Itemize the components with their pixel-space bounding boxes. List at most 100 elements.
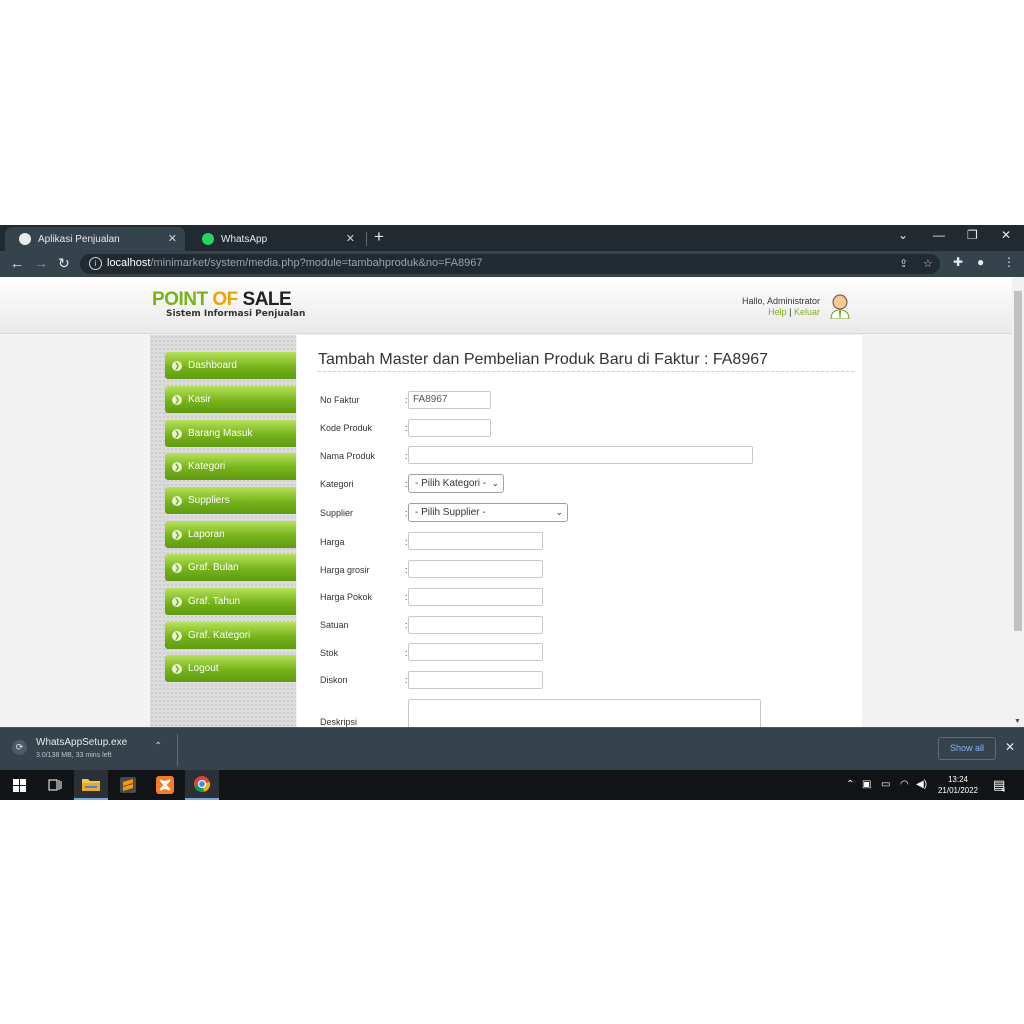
arrow-bullet-icon: ❯: [172, 596, 182, 607]
browser-toolbar: ← → ↻ i localhost/minimarket/system/medi…: [0, 251, 1024, 277]
harga-grosir-input[interactable]: [408, 560, 543, 578]
arrow-bullet-icon: ❯: [172, 428, 182, 439]
tab-whatsapp[interactable]: WhatsApp ✕: [188, 227, 363, 251]
taskbar-clock[interactable]: 13:24 21/01/2022: [932, 774, 984, 796]
arrow-bullet-icon: ❯: [172, 562, 182, 573]
screen: Aplikasi Penjualan ✕ WhatsApp ✕ + ⌄ — ❐ …: [0, 225, 1024, 800]
reload-icon[interactable]: ↻: [58, 255, 70, 272]
sidebar-item-kategori[interactable]: ❯ Kategori: [165, 453, 296, 480]
sidebar-item-graf-kategori[interactable]: ❯ Graf. Kategori: [165, 622, 296, 649]
bookmark-star-icon[interactable]: ☆: [923, 257, 933, 270]
sidebar-item-logout[interactable]: ❯ Logout: [165, 655, 296, 682]
sidebar-item-barang-masuk[interactable]: ❯ Barang Masuk: [165, 420, 296, 447]
kode-produk-input[interactable]: [408, 419, 491, 437]
sidebar-item-kasir[interactable]: ❯ Kasir: [165, 386, 296, 413]
satuan-input[interactable]: [408, 616, 543, 634]
tab-search-icon[interactable]: ⌄: [898, 228, 908, 242]
deskripsi-textarea[interactable]: [408, 699, 761, 727]
scroll-down-arrow-icon[interactable]: ▼: [1014, 718, 1021, 725]
logo-subtitle: Sistem Informasi Penjualan: [166, 309, 306, 319]
wifi-icon[interactable]: ◠: [900, 779, 909, 790]
windows-start-icon[interactable]: [2, 770, 36, 800]
sidebar-item-graf-tahun[interactable]: ❯ Graf. Tahun: [165, 588, 296, 615]
site-header: POINT OF SALE Sistem Informasi Penjualan…: [0, 277, 1012, 334]
nama-produk-input[interactable]: [408, 446, 753, 464]
whatsapp-icon: [202, 233, 214, 245]
close-icon[interactable]: ✕: [346, 232, 355, 245]
page-title: Tambah Master dan Pembelian Produk Baru …: [318, 351, 854, 372]
stok-input[interactable]: [408, 643, 543, 661]
close-download-bar-icon[interactable]: ✕: [1005, 740, 1015, 754]
arrow-bullet-icon: ❯: [172, 394, 182, 405]
download-filename[interactable]: WhatsAppSetup.exe: [36, 737, 127, 748]
battery-icon[interactable]: ▭: [881, 779, 890, 790]
main-content: Tambah Master dan Pembelian Produk Baru …: [297, 335, 862, 727]
harga-input[interactable]: [408, 532, 543, 550]
harga-pokok-input[interactable]: [408, 588, 543, 606]
window-close-icon[interactable]: ✕: [1001, 228, 1011, 242]
forward-icon[interactable]: →: [34, 255, 48, 271]
sublime-text-icon[interactable]: [111, 770, 145, 800]
download-bar: ⟳ WhatsAppSetup.exe 3.0/138 MB, 33 mins …: [0, 727, 1024, 771]
link-separator: |: [789, 307, 792, 317]
show-all-button[interactable]: Show all: [938, 737, 996, 760]
logout-link[interactable]: Keluar: [794, 307, 820, 317]
web-page: POINT OF SALE Sistem Informasi Penjualan…: [0, 277, 1012, 727]
help-link[interactable]: Help: [768, 307, 787, 317]
xampp-icon[interactable]: [148, 770, 182, 800]
chevron-down-icon: ⌄: [491, 478, 499, 488]
screen-capture-icon[interactable]: ▣: [862, 779, 871, 790]
user-avatar-icon: [830, 294, 850, 319]
url-text: localhost/minimarket/system/media.php?mo…: [107, 257, 483, 269]
download-status: 3.0/138 MB, 33 mins left: [36, 752, 112, 759]
show-hidden-icons-icon[interactable]: ⌃: [846, 779, 854, 790]
arrow-bullet-icon: ❯: [172, 630, 182, 641]
back-icon[interactable]: ←: [10, 255, 24, 271]
new-tab-button[interactable]: +: [374, 227, 384, 247]
restore-icon[interactable]: ❐: [967, 228, 978, 242]
volume-icon[interactable]: ◀): [916, 779, 927, 790]
notification-count: 4: [1001, 787, 1006, 794]
minimize-icon[interactable]: —: [933, 228, 945, 242]
tab-title: Aplikasi Penjualan: [38, 233, 120, 245]
extensions-icon[interactable]: ✚: [953, 255, 963, 269]
notifications-icon[interactable]: ▤4: [993, 777, 1009, 794]
logo: POINT OF SALE: [152, 289, 292, 310]
file-explorer-icon[interactable]: [74, 770, 108, 800]
chrome-icon[interactable]: [185, 770, 219, 800]
page-scrollbar[interactable]: ▼: [1012, 277, 1024, 727]
kategori-select[interactable]: - Pilih Kategori - ⌄: [408, 474, 504, 493]
arrow-bullet-icon: ❯: [172, 529, 182, 540]
header-links: Help | Keluar: [768, 307, 820, 317]
profile-icon[interactable]: ●: [977, 255, 984, 269]
clock-date: 21/01/2022: [937, 786, 979, 795]
close-icon[interactable]: ✕: [168, 232, 177, 245]
arrow-bullet-icon: ❯: [172, 663, 182, 674]
sidebar-item-dashboard[interactable]: ❯ Dashboard: [165, 352, 296, 379]
tab-aplikasi-penjualan[interactable]: Aplikasi Penjualan ✕: [5, 227, 185, 251]
sidebar-item-suppliers[interactable]: ❯ Suppliers: [165, 487, 296, 514]
chevron-down-icon: ⌄: [555, 507, 563, 517]
tab-title: WhatsApp: [221, 233, 268, 245]
greeting: Hallo, Administrator: [741, 296, 820, 306]
no-faktur-input[interactable]: FA8967: [408, 391, 491, 409]
tab-separator: [366, 232, 367, 246]
supplier-select[interactable]: - Pilih Supplier - ⌄: [408, 503, 568, 522]
share-icon[interactable]: ⇪: [899, 257, 908, 270]
sidebar-item-graf-bulan[interactable]: ❯ Graf. Bulan: [165, 554, 296, 581]
sidebar-item-laporan[interactable]: ❯ Laporan: [165, 521, 296, 548]
site-info-icon[interactable]: i: [89, 257, 102, 270]
scrollbar-thumb[interactable]: [1014, 291, 1022, 631]
chevron-up-icon[interactable]: ⌃: [154, 741, 162, 752]
windows-taskbar: ⌃ ▣ ▭ ◠ ◀) 13:24 21/01/2022 ▤4: [0, 770, 1024, 800]
arrow-bullet-icon: ❯: [172, 360, 182, 371]
download-file-icon: ⟳: [12, 740, 27, 755]
diskon-input[interactable]: [408, 671, 543, 689]
task-view-icon[interactable]: [38, 770, 72, 800]
sidebar-menu: ❯ Dashboard ❯ Kasir ❯ Barang Masuk ❯ Kategor…: [150, 335, 296, 727]
address-bar[interactable]: i localhost/minimarket/system/media.php?…: [80, 254, 940, 274]
download-separator: [177, 734, 178, 766]
arrow-bullet-icon: ❯: [172, 461, 182, 472]
menu-kebab-icon[interactable]: ⋮: [1003, 255, 1015, 269]
clock-time: 13:24: [947, 775, 969, 784]
